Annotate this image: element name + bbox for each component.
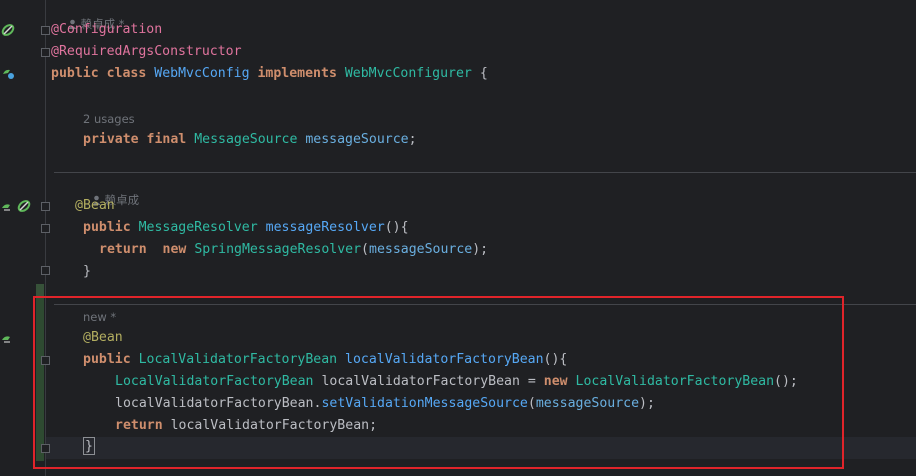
text-caret: }: [83, 436, 95, 455]
code-line-12[interactable]: localValidatorFactoryBean.setValidationM…: [115, 393, 655, 415]
code-line-9[interactable]: @Bean: [83, 327, 123, 349]
method-separator: [54, 172, 916, 173]
bean-run-icon[interactable]: [1, 23, 15, 37]
code-line-11[interactable]: LocalValidatorFactoryBean localValidator…: [115, 371, 798, 393]
code-line-2[interactable]: @RequiredArgsConstructor: [51, 41, 242, 63]
method-separator: [54, 304, 916, 305]
new-hint[interactable]: new *: [83, 309, 116, 325]
code-line-7[interactable]: return new SpringMessageResolver(message…: [99, 239, 488, 261]
code-line-4[interactable]: private final MessageSource messageSourc…: [83, 129, 417, 151]
code-line-1[interactable]: @Configuration: [51, 19, 162, 41]
bean-run-icon[interactable]: [17, 199, 31, 213]
change-marker-added: [36, 296, 44, 461]
change-marker: [36, 284, 44, 296]
code-editor[interactable]: 赖卓成 * @Configuration @RequiredArgsConstr…: [46, 0, 916, 476]
code-line-14[interactable]: }: [83, 436, 95, 459]
code-line-13[interactable]: return localValidatorFactoryBean;: [115, 415, 377, 437]
bean-method-icon[interactable]: [1, 331, 15, 345]
code-line-8[interactable]: }: [83, 261, 91, 283]
author-hint[interactable]: 赖卓成 *: [53, 0, 125, 31]
bean-method-icon[interactable]: [1, 199, 15, 213]
code-line-5[interactable]: @Bean: [75, 195, 115, 217]
code-line-10[interactable]: public LocalValidatorFactoryBean localVa…: [83, 349, 567, 371]
usages-hint[interactable]: 2 usages: [83, 111, 135, 127]
code-line-6[interactable]: public MessageResolver messageResolver()…: [83, 217, 409, 239]
spring-config-icon[interactable]: [1, 66, 15, 80]
author-hint[interactable]: 赖卓成: [77, 176, 139, 207]
code-line-3[interactable]: public class WebMvcConfig implements Web…: [51, 63, 488, 85]
